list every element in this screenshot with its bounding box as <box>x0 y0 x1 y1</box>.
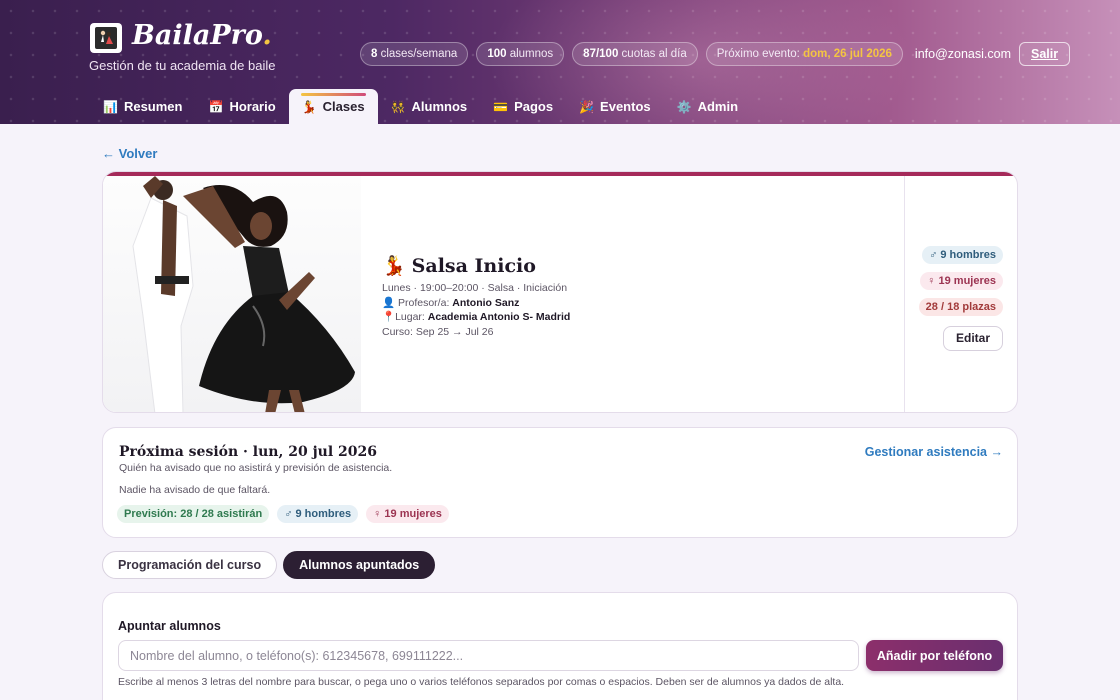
dancer-icon: 💃 <box>382 255 406 277</box>
stat-classes-pill: 8 clases/semana <box>360 42 469 66</box>
header-stats: 8 clases/semana 100 alumnos 87/100 cuota… <box>360 42 1071 66</box>
stat-students-pill: 100 alumnos <box>476 42 565 66</box>
tab-clases[interactable]: 💃 Clases <box>288 89 378 124</box>
enroll-title: Apuntar alumnos <box>118 619 221 633</box>
men-count-badge: ♂ 9 hombres <box>922 246 1003 264</box>
back-link[interactable]: ← Volver <box>102 146 157 161</box>
brand-name[interactable]: BailaPro. <box>132 20 272 51</box>
class-title: 💃 Salsa Inicio <box>382 254 536 278</box>
manage-attendance-link[interactable]: Gestionar asistencia → <box>865 445 1003 459</box>
class-info: 💃 Salsa Inicio Lunes · 19:00–20:00 · Sals… <box>382 254 570 339</box>
tab-pagos[interactable]: 💳 Pagos <box>480 89 566 124</box>
party-icon: 🎉 <box>579 99 595 114</box>
enroll-card: Apuntar alumnos Añadir por teléfono Escr… <box>102 592 1018 700</box>
session-subtitle: Quién ha avisado que no asistirá y previ… <box>119 462 393 474</box>
tab-alumnos[interactable]: 👯 Alumnos <box>378 89 481 124</box>
class-meta: Lunes · 19:00–20:00 · Salsa · Iniciación… <box>382 281 570 339</box>
gear-icon: ⚙️ <box>676 99 692 114</box>
tab-eventos[interactable]: 🎉 Eventos <box>566 89 664 124</box>
class-teacher: 👤 Profesor/a: Antonio Sanz <box>382 296 520 309</box>
session-men-badge: ♂ 9 hombres <box>277 505 359 523</box>
next-event-pill[interactable]: Próximo evento: dom, 26 jul 2026 <box>705 42 903 66</box>
session-women-badge: ♀ 19 mujeres <box>366 505 449 523</box>
class-schedule: Lunes · 19:00–20:00 · Salsa · Iniciación <box>382 282 568 294</box>
main-nav: 📊 Resumen 📅 Horario 💃 Clases 👯 Alumnos 💳 Pago… <box>90 89 751 124</box>
forecast-badge: Previsión: 28 / 28 asistirán <box>117 505 270 523</box>
class-place: 📍Lugar: Academia Antonio S- Madrid <box>382 311 571 323</box>
logout-button[interactable]: Salir <box>1019 42 1071 66</box>
session-chips: Previsión: 28 / 28 asistirán ♂ 9 hombres… <box>117 505 449 523</box>
next-session-card: Próxima sesión · lun, 20 jul 2026 Quién … <box>102 427 1018 538</box>
tab-admin[interactable]: ⚙️ Admin <box>664 89 751 124</box>
edit-class-button[interactable]: Editar <box>942 326 1003 351</box>
calendar-icon: 📅 <box>208 99 224 114</box>
user-email: info@zonasi.com <box>914 47 1011 61</box>
tab-programacion[interactable]: Programación del curso <box>102 551 278 579</box>
add-by-phone-button[interactable]: Añadir por teléfono <box>866 640 1003 671</box>
class-photo <box>103 176 361 412</box>
brand-tagline: Gestión de tu academia de baile <box>89 58 276 73</box>
absence-notice: Nadie ha avisado de que faltará. <box>119 484 271 496</box>
capacity-badge: 28 / 18 plazas <box>918 298 1003 316</box>
teacher-icon: 👤 <box>382 296 396 309</box>
class-course: Curso: Sep 25 → Jul 26 <box>382 325 494 338</box>
class-card: 💃 Salsa Inicio Lunes · 19:00–20:00 · Sals… <box>102 171 1018 413</box>
women-count-badge: ♀ 19 mujeres <box>920 272 1003 290</box>
dancer-logo-icon[interactable] <box>90 23 122 53</box>
tab-horario[interactable]: 📅 Horario <box>195 89 288 124</box>
people-icon: 👯 <box>390 99 406 114</box>
card-icon: 💳 <box>493 99 509 114</box>
tab-alumnos-apuntados[interactable]: Alumnos apuntados <box>283 551 436 579</box>
pin-icon: 📍 <box>382 311 396 323</box>
session-title: Próxima sesión · lun, 20 jul 2026 <box>119 444 377 460</box>
class-side-panel: ♂ 9 hombres ♀ 19 mujeres 28 / 18 plazas … <box>904 176 1017 412</box>
stat-fees-pill: 87/100 cuotas al día <box>572 42 698 66</box>
dancer-icon: 💃 <box>301 99 317 114</box>
chart-icon: 📊 <box>103 99 118 114</box>
class-subtabs: Programación del curso Alumnos apuntados <box>102 551 436 579</box>
student-search-input[interactable] <box>118 640 859 671</box>
tab-resumen[interactable]: 📊 Resumen <box>90 89 195 124</box>
enroll-help-text: Escribe al menos 3 letras del nombre par… <box>118 676 845 688</box>
app-header: BailaPro. Gestión de tu academia de bail… <box>0 0 1120 124</box>
